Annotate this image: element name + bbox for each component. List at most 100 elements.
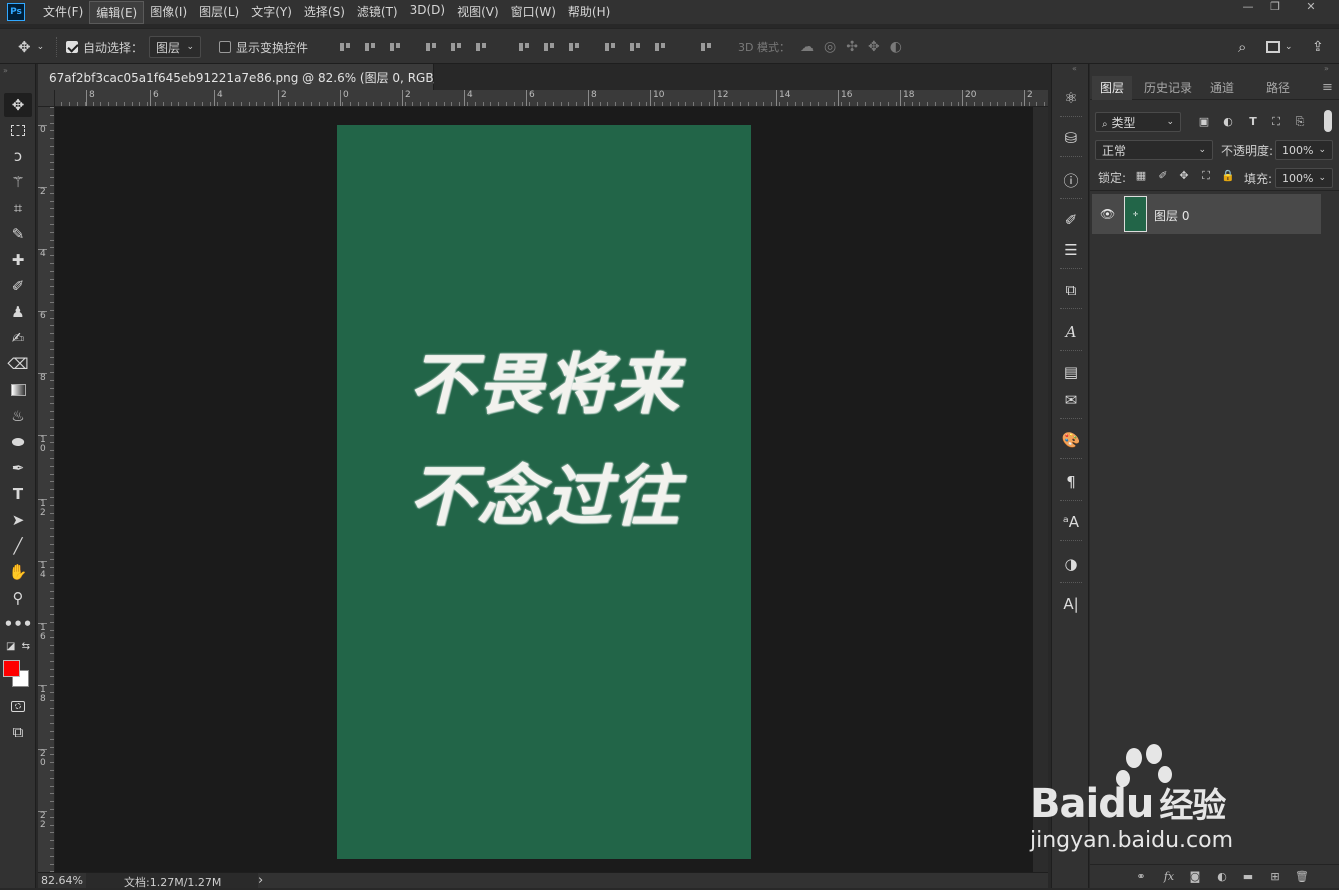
auto-select-checkbox[interactable]: 自动选择： <box>66 29 143 65</box>
foreground-color-swatch[interactable] <box>3 660 20 677</box>
tab-channels[interactable]: 通道 <box>1202 76 1242 100</box>
lasso-icon[interactable]: ↄ <box>4 144 32 168</box>
hand-tool-icon[interactable]: ✋ <box>4 560 32 584</box>
libraries-icon[interactable]: ⛁ <box>1059 126 1083 150</box>
search-icon[interactable]: ⌕ <box>1238 29 1246 65</box>
dodge-icon[interactable]: ⬬ <box>4 430 32 454</box>
distribute-vertical-center-icon[interactable] <box>543 41 555 53</box>
eraser-icon[interactable]: ⌫ <box>4 352 32 376</box>
layer-style-fx-icon[interactable]: fx <box>1162 870 1176 884</box>
menu-item[interactable]: 帮助(H) <box>562 1 616 24</box>
show-transform-checkbox[interactable]: 显示变换控件 <box>219 29 308 65</box>
menu-item[interactable]: 滤镜(T) <box>351 1 404 24</box>
swatches-icon[interactable]: 🎨 <box>1059 428 1083 452</box>
gradient-icon[interactable] <box>4 378 32 402</box>
new-layer-icon[interactable]: ⊞ <box>1268 870 1282 884</box>
type-tool-icon[interactable]: T <box>4 482 32 506</box>
menu-item[interactable]: 3D(D) <box>404 1 451 24</box>
distribute-top-icon[interactable] <box>518 41 530 53</box>
crop-icon[interactable]: ⌗ <box>4 196 32 220</box>
rectangular-marquee-icon[interactable] <box>4 118 32 142</box>
auto-align-layers-icon[interactable] <box>700 41 712 53</box>
close-window-button[interactable]: ✕ <box>1296 0 1326 14</box>
workspace-switcher[interactable]: ⌄ <box>1266 29 1293 65</box>
history-brush-icon[interactable]: ✍ <box>4 326 32 350</box>
align-right-icon[interactable] <box>475 41 487 53</box>
collapse-panel-icon[interactable]: » <box>3 66 8 75</box>
menu-item[interactable]: 窗口(W) <box>505 1 562 24</box>
add-mask-icon[interactable]: ◙ <box>1188 870 1202 884</box>
lock-image-pixels-icon[interactable]: ✐ <box>1156 169 1170 183</box>
link-layers-icon[interactable]: ⚭ <box>1134 870 1148 884</box>
document-canvas[interactable]: 不畏将来 不念过往 <box>337 125 751 859</box>
blend-mode-dropdown[interactable]: 正常 ⌄ <box>1095 140 1213 160</box>
tab-history[interactable]: 历史记录 <box>1136 76 1200 100</box>
distribute-right-icon[interactable] <box>654 41 666 53</box>
menu-item[interactable]: 文件(F) <box>37 1 89 24</box>
character-styles-icon[interactable]: ᵃA <box>1059 510 1083 534</box>
filter-adjustment-icon[interactable]: ◐ <box>1221 115 1235 129</box>
path-selection-icon[interactable]: ➤ <box>4 508 32 532</box>
default-colors-icon[interactable]: ◪ <box>6 641 15 652</box>
collapse-layers-icon[interactable]: » <box>1324 64 1329 73</box>
align-vertical-center-icon[interactable] <box>364 41 376 53</box>
menu-item[interactable]: 选择(S) <box>298 1 351 24</box>
lock-artboard-icon[interactable]: ⛶ <box>1199 169 1213 183</box>
restore-button[interactable]: ❐ <box>1260 0 1290 14</box>
new-group-icon[interactable]: ▬ <box>1241 870 1255 884</box>
auto-select-target-dropdown[interactable]: 图层 ⌄ <box>149 29 201 65</box>
paragraph-icon[interactable]: ¶ <box>1059 470 1083 494</box>
minimize-button[interactable]: — <box>1233 0 1263 14</box>
swap-colors-icon[interactable]: ⇆ <box>22 641 30 652</box>
line-tool-icon[interactable]: ╱ <box>4 534 32 558</box>
tab-paths[interactable]: 路径 <box>1258 76 1298 100</box>
magic-wand-icon[interactable]: ⚚ <box>4 170 32 194</box>
status-menu-arrow-icon[interactable]: › <box>258 873 263 888</box>
more-tools-icon[interactable]: ••• <box>4 612 33 636</box>
layer-row[interactable]: 👁 ✢ 图层 0 <box>1092 194 1321 234</box>
opacity-field[interactable]: 100% ⌄ <box>1275 140 1333 160</box>
clone-source-icon[interactable]: ⧉ <box>1059 278 1083 302</box>
align-bottom-icon[interactable] <box>389 41 401 53</box>
info-icon[interactable]: ⓘ <box>1059 168 1083 192</box>
menu-item[interactable]: 编辑(E) <box>89 0 145 24</box>
filter-toggle-switch[interactable] <box>1324 110 1332 132</box>
zoom-level[interactable]: 82.64% <box>41 874 83 887</box>
color-icon[interactable]: ◑ <box>1059 552 1083 576</box>
quick-mask-icon[interactable] <box>4 694 32 718</box>
pen-icon[interactable]: ✒ <box>4 456 32 480</box>
glyphs-icon[interactable]: A <box>1059 320 1083 344</box>
move-tool-preset[interactable]: ✥ ⌄ <box>18 29 44 65</box>
document-tab[interactable]: 67af2bf3cac05a1f645eb91221a7e86.png @ 82… <box>38 64 470 90</box>
align-left-icon[interactable] <box>425 41 437 53</box>
lock-position-icon[interactable]: ✥ <box>1177 169 1191 183</box>
filter-pixel-icon[interactable]: ▣ <box>1197 115 1211 129</box>
properties-icon[interactable]: ▤ <box>1059 360 1083 384</box>
distribute-bottom-icon[interactable] <box>568 41 580 53</box>
align-top-icon[interactable] <box>339 41 351 53</box>
filter-smart-object-icon[interactable]: ⎘ <box>1293 115 1307 129</box>
lock-transparent-pixels-icon[interactable]: ▦ <box>1134 169 1148 183</box>
blur-icon[interactable]: ♨ <box>4 404 32 428</box>
distribute-horizontal-center-icon[interactable] <box>629 41 641 53</box>
healing-brush-icon[interactable]: ✚ <box>4 248 32 272</box>
menu-item[interactable]: 视图(V) <box>451 1 505 24</box>
lock-all-icon[interactable]: 🔒 <box>1221 169 1235 183</box>
share-icon[interactable]: ⇪ <box>1312 29 1324 65</box>
delete-layer-icon[interactable]: 🗑 <box>1295 870 1309 884</box>
collapse-dock-icon[interactable]: « <box>1072 64 1077 73</box>
color-swap-controls[interactable]: ◪ ⇆ <box>4 638 32 654</box>
filter-shape-icon[interactable]: ⛶ <box>1269 115 1283 129</box>
fill-field[interactable]: 100% ⌄ <box>1275 168 1333 188</box>
brush-icon[interactable]: ✐ <box>4 274 32 298</box>
screen-mode-icon[interactable]: ⧉ <box>4 720 32 744</box>
filter-type-icon[interactable]: T <box>1246 115 1260 129</box>
brush-settings-icon[interactable]: ✐ <box>1059 208 1083 232</box>
notes-icon[interactable]: ✉ <box>1059 388 1083 412</box>
align-horizontal-center-icon[interactable] <box>450 41 462 53</box>
character-icon[interactable]: A| <box>1059 592 1083 616</box>
eyedropper-icon[interactable]: ✎ <box>4 222 32 246</box>
zoom-tool-icon[interactable]: ⚲ <box>4 586 32 610</box>
filter-kind-dropdown[interactable]: ⌕ 类型 ⌄ <box>1095 112 1181 132</box>
menu-item[interactable]: 文字(Y) <box>245 1 298 24</box>
